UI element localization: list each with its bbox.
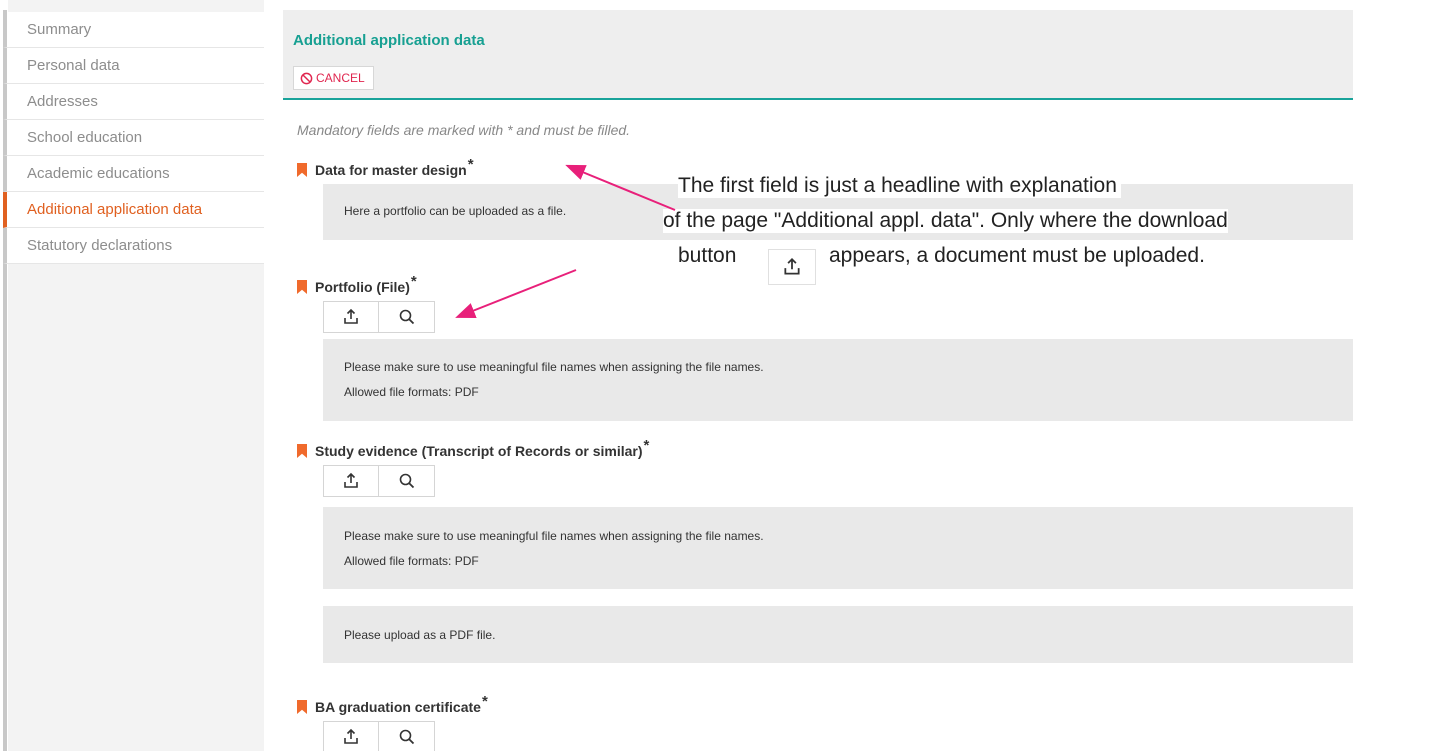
required-marker: * [410,273,417,291]
required-marker: * [481,693,488,711]
view-button[interactable] [379,465,435,497]
portfolio-file-actions [323,301,435,333]
study-evidence-file-actions [323,465,435,497]
section-title: Study evidence (Transcript of Records or… [315,443,643,459]
bookmark-icon [297,700,307,714]
sidebar-item-school-education[interactable]: School education [3,120,264,156]
annotation-line-3b: appears, a document must be uploaded. [829,244,1205,267]
ba-certificate-file-actions [323,721,435,751]
section-heading-master-design: Data for master design* [297,157,474,178]
section-title: Portfolio (File) [315,279,410,295]
required-marker: * [643,437,650,455]
sidebar-item-additional-application-data[interactable]: Additional application data [3,192,264,228]
sidebar-item-summary[interactable]: Summary [3,12,264,48]
sidebar-item-academic-educations[interactable]: Academic educations [3,156,264,192]
cancel-button-label: CANCEL [316,71,365,85]
section-title: Data for master design [315,162,467,178]
info-text: Please make sure to use meaningful file … [344,360,764,374]
info-text: Please upload as a PDF file. [344,628,496,642]
info-text: Please make sure to use meaningful file … [344,529,764,543]
sidebar-item-addresses[interactable]: Addresses [3,84,264,120]
annotation-line-3a: button [678,244,737,267]
view-button[interactable] [379,721,435,751]
section-title: BA graduation certificate [315,699,481,715]
upload-button[interactable] [323,721,379,751]
search-icon [399,309,414,325]
info-box-study-evidence-pdf: Please upload as a PDF file. [323,606,1353,663]
search-icon [399,729,414,745]
bookmark-icon [297,280,307,294]
info-box-study-evidence: Please make sure to use meaningful file … [323,507,1353,589]
bookmark-icon [297,444,307,458]
cancel-button[interactable]: CANCEL [293,66,374,90]
page-title: Additional application data [293,32,485,49]
upload-icon [344,472,358,488]
required-marker: * [467,156,474,174]
ban-icon [300,72,313,84]
info-text: Here a portfolio can be uploaded as a fi… [344,204,567,218]
info-box-portfolio: Please make sure to use meaningful file … [323,339,1353,421]
annotation-upload-sample [768,249,816,285]
bookmark-icon [297,163,307,177]
info-text: Allowed file formats: PDF [344,385,479,399]
sidebar-item-statutory-declarations[interactable]: Statutory declarations [3,228,264,264]
upload-button[interactable] [323,301,379,333]
view-button[interactable] [379,301,435,333]
section-heading-portfolio: Portfolio (File)* [297,274,417,295]
upload-button[interactable] [323,465,379,497]
mandatory-fields-note: Mandatory fields are marked with * and m… [297,122,631,138]
upload-icon [784,257,800,275]
section-heading-ba-certificate: BA graduation certificate* [297,694,488,715]
arrow-to-upload-button [455,269,577,318]
upload-icon [344,308,358,324]
info-text: Allowed file formats: PDF [344,554,479,568]
annotation-line-1: The first field is just a headline with … [678,174,1121,198]
annotation-line-2: of the page "Additional appl. data". Onl… [663,209,1228,233]
page-header: Additional application data CANCEL [283,10,1353,100]
search-icon [399,473,414,489]
sidebar-nav: Summary Personal data Addresses School e… [3,12,264,264]
upload-icon [344,728,358,744]
section-heading-study-evidence: Study evidence (Transcript of Records or… [297,438,649,459]
sidebar-item-personal-data[interactable]: Personal data [3,48,264,84]
